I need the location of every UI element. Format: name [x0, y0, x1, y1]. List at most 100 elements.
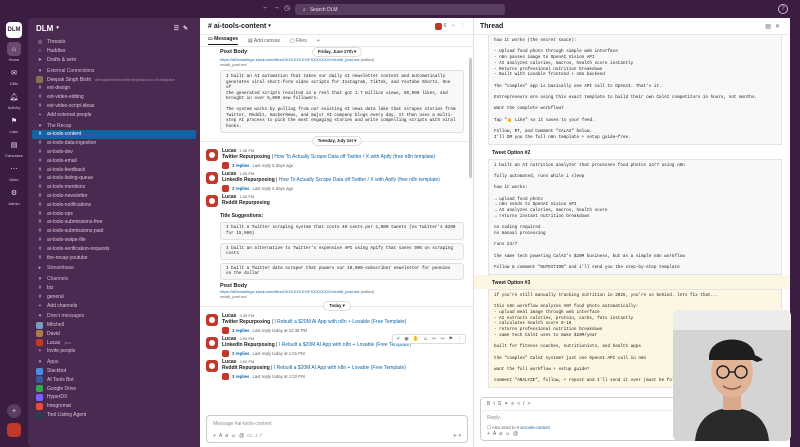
sidebar-item-general[interactable]: # general [28, 292, 200, 301]
sidebar-item-drafts[interactable]: ➤ Drafts & sent [28, 56, 200, 65]
avatar[interactable] [206, 195, 218, 208]
app-integromat[interactable]: Integromat [28, 402, 200, 411]
avatar[interactable] [206, 313, 218, 326]
sidebar-item-channel[interactable]: # ai-tools-data-ingestion [28, 139, 200, 148]
app-hyperdx[interactable]: HyperDX [28, 393, 200, 402]
filter-icon[interactable]: ☰ [174, 26, 183, 32]
avatar[interactable] [206, 359, 218, 372]
member-avatars[interactable]: 6 [434, 22, 446, 30]
scrollbar[interactable] [469, 58, 472, 178]
slash-icon[interactable]: ⁄ [260, 433, 264, 439]
message-time[interactable]: 1:55 PM [239, 171, 254, 176]
sidebar-item-channel[interactable]: # ai-tools-feedback [28, 165, 200, 174]
sidebar-item-channel[interactable]: # ai-tools-verification-requests [28, 244, 200, 253]
forward-icon[interactable]: ↪ [440, 336, 444, 342]
message-composer[interactable]: Message #ai-tools-content +Aa☺@▭♪⁄ ➤ ▾ [206, 415, 468, 443]
invite-people[interactable]: + Invite people [28, 347, 200, 356]
sidebar-item-ext-video-editing[interactable]: # ext-video-editing [28, 93, 200, 102]
thread-replies[interactable]: 3 replies Last reply 6 days ago [222, 185, 473, 193]
sidebar-item-channel[interactable]: # ai-tools-notifications [28, 200, 200, 209]
sidebar-item-channel[interactable]: # ai-tools-dev [28, 148, 200, 157]
message[interactable]: Lucas 1:36 PM Twitter Repurposing | How T… [200, 148, 473, 170]
message[interactable]: ✔ ◉ ✋ ☺ ↩ ↪ ⚑ ⋮ Lucas 3:50 PM LinkedIn Re… [200, 333, 473, 357]
sidebar-item-channel[interactable]: # ai-tools-submissions-free [28, 218, 200, 227]
thread-replies[interactable]: 3 replies Last reply today at 1:02 PM [222, 372, 473, 380]
section-dms[interactable]: ▾ Direct messages [28, 312, 200, 321]
sidebar-item-channel[interactable]: # ai-tools-listing-queue [28, 174, 200, 183]
more-vertical-icon[interactable]: ⋮ [457, 336, 462, 342]
message-actions[interactable]: ✔ ◉ ✋ ☺ ↩ ↪ ⚑ ⋮ [392, 333, 466, 344]
sidebar-item-channel[interactable]: # the-recap-youtube [28, 253, 200, 262]
app-slackbot[interactable]: Slackbot [28, 367, 200, 376]
check-icon[interactable]: ✔ [396, 336, 400, 342]
tab-files[interactable]: ▢ Files [290, 38, 307, 44]
bookmark-icon[interactable]: ⚑ [449, 336, 453, 342]
file-name[interactable]: reddit_post.md [200, 62, 473, 67]
chevron-down-icon[interactable]: ▾ [268, 23, 271, 29]
avatar[interactable] [206, 172, 218, 185]
mention-icon[interactable]: @ [513, 431, 521, 437]
date-pill[interactable]: Friday, June 27th ▾ [311, 47, 363, 57]
sidebar-item-deepak[interactable]: Deepak Singh Bisht deepakbishtworkdlm@gma… [28, 75, 200, 84]
help-icon[interactable]: ? [778, 4, 788, 14]
thread-replies[interactable]: 3 replies Last reply today at 1:01 PM [222, 349, 473, 357]
section-recap[interactable]: ▾ The Recap [28, 121, 200, 130]
send-button[interactable]: ➤ ▾ [453, 433, 461, 439]
app-google-drive[interactable]: Google Drive [28, 384, 200, 393]
app-ai-tools-bot[interactable]: AI Tools Bot [28, 375, 200, 384]
also-send-channel[interactable]: # ai-tools-content [517, 425, 550, 430]
rail-more[interactable]: ⋯ More [0, 162, 28, 182]
rail-canvases[interactable]: ▤ Canvases [0, 138, 28, 158]
reply-icon[interactable]: ↩ [432, 336, 436, 342]
avatar[interactable] [206, 336, 218, 349]
sidebar-item-ext-video-script-ideas[interactable]: # ext-video-script-ideas [28, 102, 200, 111]
emoji-icon[interactable]: ☺ [231, 433, 239, 439]
section-streambase[interactable]: ▸ Streambase [28, 264, 200, 273]
workspace-header[interactable]: DLM ▾ ☰✎ [28, 18, 200, 38]
message-time[interactable]: 3:35 PM [239, 313, 254, 318]
message-time[interactable]: 1:55 PM [239, 194, 254, 199]
sidebar-tools[interactable]: ☰✎ [174, 25, 192, 32]
channel-title[interactable]: # ai-tools-content [208, 23, 266, 30]
dm-david[interactable]: David [28, 330, 200, 339]
message-link[interactable]: I Rebuilt a $20M AI App with n8n + Lovab… [279, 342, 411, 348]
compose-icon[interactable]: ✎ [183, 26, 192, 32]
add-tab-plus-icon[interactable]: + [317, 38, 320, 44]
history-icon[interactable]: ◷ [284, 4, 290, 12]
section-apps[interactable]: ▾ Apps [28, 358, 200, 367]
dm-mitchell[interactable]: Mitchell [28, 321, 200, 330]
message[interactable]: Lucas 1:55 PM LinkedIn Repurposing | How … [200, 171, 473, 193]
tab-add-canvas[interactable]: ▤ Add canvas [248, 38, 280, 44]
message-time[interactable]: 3:50 PM [239, 336, 254, 341]
sidebar-item-threads[interactable]: ◎ Threads [28, 38, 200, 47]
headphones-icon[interactable]: ∩ [451, 23, 455, 29]
rail-activity[interactable]: 🔔︎ Activity [0, 90, 28, 110]
thread-replies[interactable]: 3 replies Last reply 6 days ago [222, 162, 473, 170]
emoji-icon[interactable]: ☺ [505, 431, 513, 437]
search-bar[interactable]: ⌕ Search DLM [295, 4, 505, 15]
message[interactable]: Lucas 1:55 PM Reddit Repurposing [200, 194, 473, 210]
sidebar-item-ai-tools-content[interactable]: # ai-tools-content [32, 129, 196, 139]
section-external[interactable]: ▾ External Connections [28, 66, 200, 75]
forward-arrow-icon[interactable]: → [273, 4, 280, 11]
rail-later[interactable]: ⚑ Later [0, 114, 28, 134]
code-icon[interactable]: </> [517, 401, 533, 407]
canvas-icon[interactable]: ▤ [765, 24, 775, 30]
sidebar-item-add-external[interactable]: + Add external people [28, 110, 200, 119]
more-vertical-icon[interactable]: ⋮ [460, 23, 465, 29]
message-time[interactable]: 1:36 PM [239, 148, 254, 153]
sidebar-item-channel[interactable]: # ai-tools-submissions-paid [28, 227, 200, 236]
format-icon[interactable]: Aa [493, 431, 505, 437]
message[interactable]: Lucas 3:35 PM Twitter Repurposing | I Reb… [200, 313, 473, 334]
message-link[interactable]: I Rebuilt a $20M AI App with n8n + Lovab… [274, 319, 406, 325]
date-pill[interactable]: Tuesday, July 1st ▾ [311, 136, 363, 147]
file-name[interactable]: reddit_post.md [200, 294, 473, 299]
format-icon[interactable]: Aa [219, 433, 231, 439]
sidebar-item-channel[interactable]: # ai-tools-ops [28, 209, 200, 218]
message[interactable]: Lucas 4:00 PM Reddit Repurposing | I Rebu… [200, 359, 473, 380]
rail-admin[interactable]: ⚙ Admin [0, 186, 28, 206]
video-icon[interactable]: ▭ [247, 433, 255, 439]
profile-avatar[interactable] [0, 423, 28, 438]
sidebar-item-huddles[interactable]: ∩ Huddles [28, 47, 200, 56]
thread-replies[interactable]: 3 replies Last reply today at 12:38 PM [222, 326, 473, 334]
